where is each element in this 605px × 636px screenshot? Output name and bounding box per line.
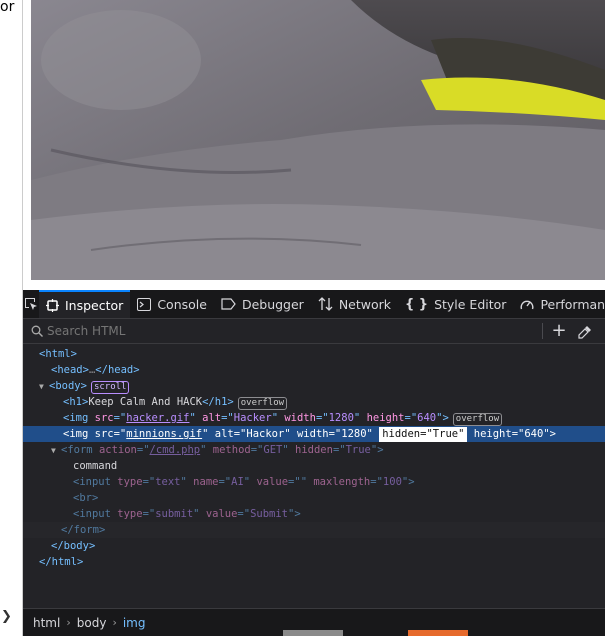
search-html-input[interactable] xyxy=(47,324,507,338)
tree-row-html[interactable]: <html> xyxy=(23,346,605,362)
tree-row-body[interactable]: ▼ <body> scroll xyxy=(23,378,605,394)
tab-performance[interactable]: Performance xyxy=(513,290,605,318)
page-text-fragment: or xyxy=(0,0,15,15)
tab-label: Console xyxy=(157,296,207,312)
network-icon xyxy=(318,297,333,311)
tab-network[interactable]: Network xyxy=(311,290,398,318)
tab-style-editor[interactable]: { } Style Editor xyxy=(398,290,513,318)
tab-label: Inspector xyxy=(65,297,124,313)
expand-arrow-icon[interactable]: ▼ xyxy=(39,379,49,395)
devtools-panel: Inspector Console Debugger Network { } S… xyxy=(23,290,605,636)
attribute-edit-field[interactable]: hidden="True" xyxy=(379,427,468,442)
tree-row-img-minnions[interactable]: <img src="minnions.gif" alt="Hackor" wid… xyxy=(23,426,605,442)
breadcrumb-body[interactable]: body xyxy=(71,616,113,630)
style-editor-icon: { } xyxy=(405,296,429,312)
add-node-icon[interactable]: + xyxy=(551,320,567,341)
breadcrumb-html[interactable]: html xyxy=(23,616,66,630)
expand-arrow-icon[interactable]: ▼ xyxy=(51,443,61,459)
tree-row-form-close[interactable]: </form> xyxy=(23,522,605,538)
performance-icon xyxy=(520,298,534,311)
page-image xyxy=(31,0,605,280)
eyedropper-icon[interactable] xyxy=(578,324,592,343)
tree-row-input-text[interactable]: <input type="text" name="AI" value="" ma… xyxy=(23,474,605,490)
inspector-icon xyxy=(46,298,59,312)
tab-debugger[interactable]: Debugger xyxy=(214,290,311,318)
markup-tree: <html> <head>…</head> ▼ <body> scroll <h1>… xyxy=(23,344,605,570)
tree-row-h1[interactable]: <h1>Keep Calm And HACK</h1> overflow xyxy=(23,394,605,410)
search-bar: + xyxy=(23,319,605,344)
page-left-edge: or ❯ xyxy=(0,0,23,636)
tab-inspector[interactable]: Inspector xyxy=(39,290,131,318)
tab-label: Debugger xyxy=(241,296,304,312)
tab-label: Network xyxy=(338,296,392,312)
tree-row-body-close[interactable]: </body> xyxy=(23,538,605,554)
search-icon xyxy=(31,325,43,337)
tree-row-br[interactable]: <br> xyxy=(23,490,605,506)
scroll-badge[interactable]: scroll xyxy=(90,381,130,394)
console-icon xyxy=(137,297,152,311)
tree-row-form[interactable]: ▼ <form action="/cmd.php" method="GET" hi… xyxy=(23,442,605,458)
devtools-toolbar: Inspector Console Debugger Network { } S… xyxy=(23,290,605,319)
tree-row-input-submit[interactable]: <input type="submit" value="Submit"> xyxy=(23,506,605,522)
scrollbar-thumb[interactable] xyxy=(283,630,343,636)
divider xyxy=(542,323,543,339)
tree-row-text[interactable]: command xyxy=(23,458,605,474)
element-picker-icon[interactable] xyxy=(23,290,39,318)
tab-label: Style Editor xyxy=(434,296,507,312)
tree-row-img-hacker[interactable]: <img src="hacker.gif" alt="Hacker" width… xyxy=(23,410,605,426)
overflow-badge[interactable]: overflow xyxy=(452,413,503,426)
overflow-badge[interactable]: overflow xyxy=(237,397,288,410)
debugger-icon xyxy=(221,298,236,310)
page-viewport xyxy=(23,0,605,290)
tab-console[interactable]: Console xyxy=(130,290,214,318)
tree-row-head[interactable]: <head>…</head> xyxy=(23,362,605,378)
tab-label: Performance xyxy=(540,296,605,312)
breadcrumb-img[interactable]: img xyxy=(117,616,152,630)
scrollbar-thumb-accent[interactable] xyxy=(408,630,468,636)
chevron-right-icon[interactable]: ❯ xyxy=(1,609,12,624)
tree-row-html-close[interactable]: </html> xyxy=(23,554,605,570)
